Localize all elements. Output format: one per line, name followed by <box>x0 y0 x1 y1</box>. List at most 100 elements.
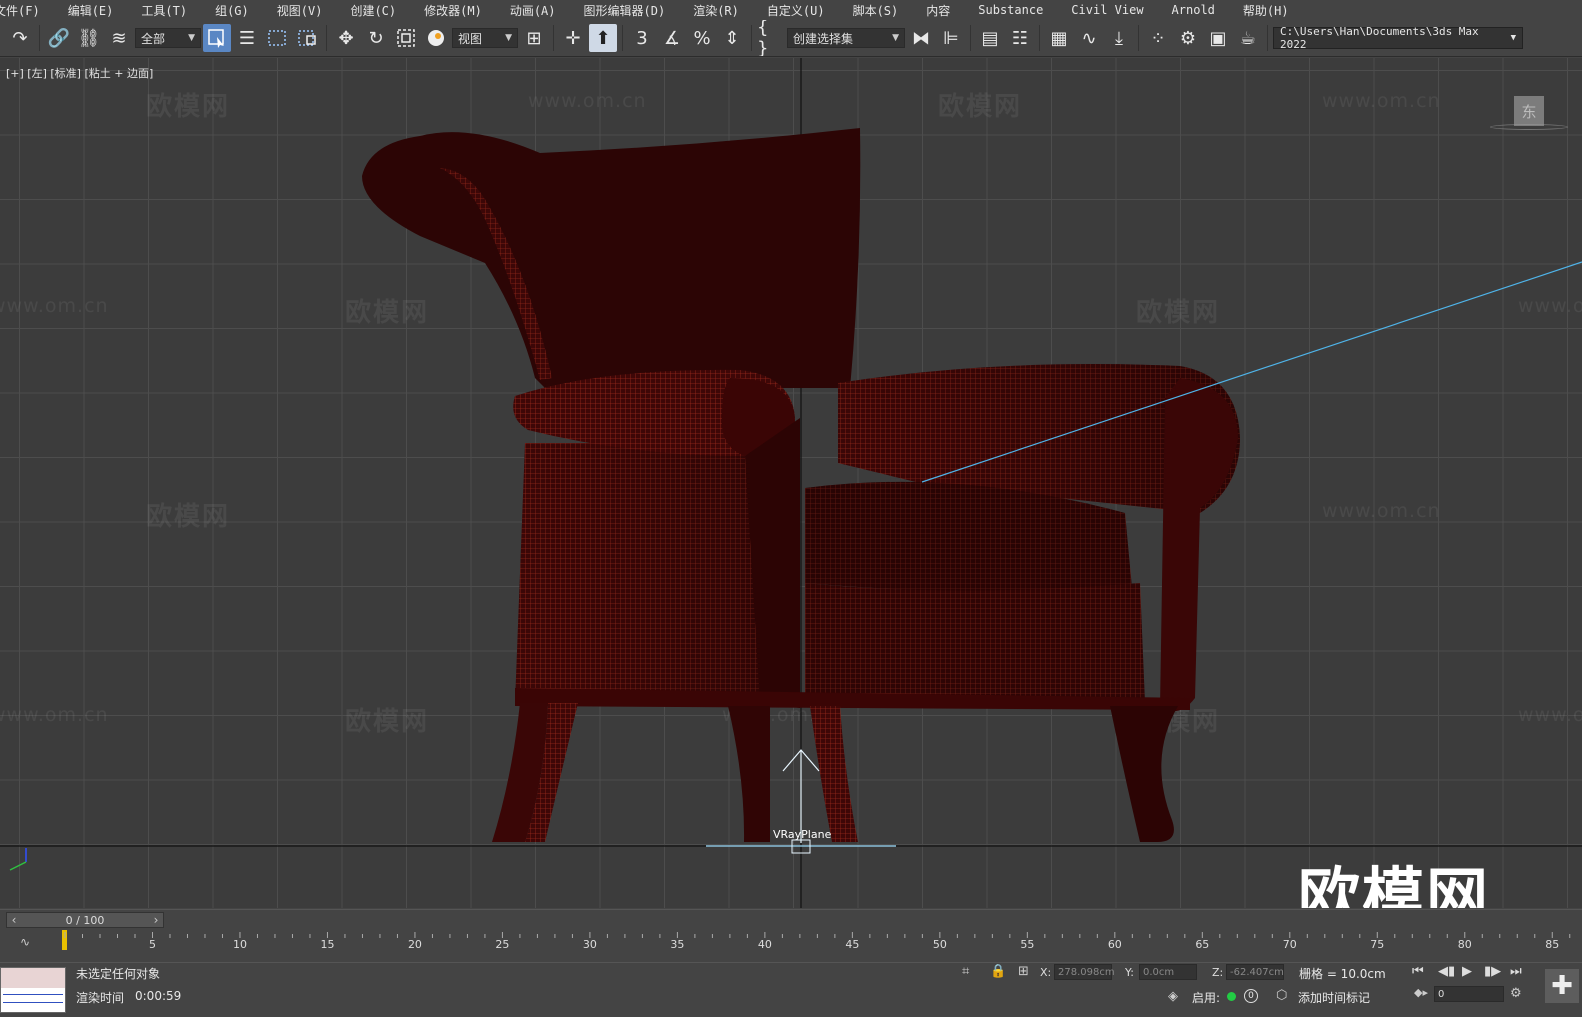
left-viewport[interactable]: 欧模网 www.om.cn 欧模网 www.om.cn www.om.cn 欧模… <box>0 58 1582 908</box>
select-manipulate-icon[interactable]: ✛ <box>559 24 587 52</box>
time-slider-bar: ‹ 0 / 100 › <box>0 909 1582 929</box>
rotate-icon[interactable]: ↻ <box>362 24 390 52</box>
menu-modifiers[interactable]: 修改器(M) <box>410 2 496 19</box>
layer-explorer-icon[interactable]: ☷ <box>1006 24 1034 52</box>
menu-substance[interactable]: Substance <box>964 3 1057 17</box>
menu-tools[interactable]: 工具(T) <box>127 2 201 19</box>
menu-scripting[interactable]: 脚本(S) <box>839 2 913 19</box>
menu-group[interactable]: 组(G) <box>201 2 263 19</box>
status-bar: 未选定任何对象 渲染时间 0:00:59 ⌗ 🔒 ⊞ X: 278.098cm … <box>0 962 1582 1017</box>
rendered-frame-window-icon[interactable]: ▣ <box>1204 24 1232 52</box>
enable-status-dot <box>1227 992 1236 1001</box>
enable-value[interactable]: 0 <box>1244 989 1258 1003</box>
z-coord-field[interactable]: -62.407cm <box>1226 964 1284 980</box>
menu-views[interactable]: 视图(V) <box>263 2 337 19</box>
menu-content[interactable]: 内容 <box>912 2 964 19</box>
keyboard-shortcut-override-icon[interactable]: ⬆ <box>589 24 617 52</box>
y-label: Y: <box>1125 966 1134 979</box>
z-label: Z: <box>1212 966 1224 979</box>
selection-lock-icon[interactable]: 🔒 <box>990 964 1006 979</box>
site-logo: 欧模网 <box>1298 860 1491 908</box>
track-tick-label: 10 <box>233 938 247 951</box>
menu-rendering[interactable]: 渲染(R) <box>679 2 753 19</box>
create-panel-button[interactable]: ✚ <box>1545 969 1579 1003</box>
adaptive-degradation-icon[interactable]: ◈ <box>1168 989 1178 1004</box>
project-path-dropdown[interactable]: C:\Users\Han\Documents\3ds Max 2022 ▼ <box>1273 25 1523 51</box>
selection-filter-dropdown[interactable]: 全部 ▼ <box>135 28 201 48</box>
link-icon[interactable]: 🔗 <box>45 24 73 52</box>
chair-leg-right <box>1110 706 1178 843</box>
menu-customize[interactable]: 自定义(U) <box>753 2 839 19</box>
main-toolbar: ↷ 🔗 ⛓ ≋ 全部 ▼ ☰ ✥ ↻ 视图 ▼ ⊞ ✛ ⬆ 3 ∡ % ⇕ {… <box>0 20 1582 57</box>
align-icon[interactable]: ⊫ <box>937 24 965 52</box>
track-tick-label: 5 <box>149 938 156 951</box>
select-by-name-icon[interactable]: ☰ <box>233 24 261 52</box>
pivot-center-icon[interactable]: ⊞ <box>520 24 548 52</box>
time-slider[interactable]: ‹ 0 / 100 › <box>6 912 164 928</box>
menu-civil-view[interactable]: Civil View <box>1057 3 1157 17</box>
track-tick-label: 70 <box>1283 938 1297 951</box>
y-coord-field[interactable]: 0.0cm <box>1139 964 1197 980</box>
menu-create[interactable]: 创建(C) <box>336 2 410 19</box>
reference-coord-dropdown[interactable]: 视图 ▼ <box>452 28 518 48</box>
edit-named-selection-icon[interactable]: { } <box>757 20 785 56</box>
maxscript-listener[interactable] <box>0 967 66 1013</box>
viewcube-compass[interactable] <box>1490 124 1568 130</box>
render-setup-icon[interactable]: ⚙ <box>1174 24 1202 52</box>
redo-icon[interactable]: ↷ <box>6 24 34 52</box>
render-time-label: 渲染时间 <box>76 991 125 1005</box>
curve-editor-icon[interactable]: ∿ <box>1075 24 1103 52</box>
track-tick-label: 80 <box>1458 938 1472 951</box>
bind-space-warp-icon[interactable]: ≋ <box>105 24 133 52</box>
menu-help[interactable]: 帮助(H) <box>1229 2 1303 19</box>
time-tag-icon[interactable]: ⬡ <box>1276 988 1287 1003</box>
next-key-icon[interactable]: ▮▶ <box>1484 964 1501 979</box>
place-icon[interactable] <box>422 24 450 52</box>
menu-file[interactable]: 文件(F) <box>0 2 54 19</box>
next-frame-icon[interactable]: › <box>149 913 163 927</box>
ribbon-toggle-icon[interactable]: ▦ <box>1045 24 1073 52</box>
scale-icon[interactable] <box>392 24 420 52</box>
absolute-mode-icon[interactable]: ⊞ <box>1018 964 1029 979</box>
menu-graph-editors[interactable]: 图形编辑器(D) <box>570 2 680 19</box>
window-crossing-icon[interactable] <box>293 24 321 52</box>
time-config-icon[interactable]: ⚙ <box>1510 986 1522 1001</box>
x-coord-field[interactable]: 278.098cm <box>1054 964 1115 980</box>
track-tick-label: 40 <box>758 938 772 951</box>
menu-edit[interactable]: 编辑(E) <box>54 2 128 19</box>
frame-display: 0 / 100 <box>65 913 105 927</box>
unlink-icon[interactable]: ⛓ <box>75 24 103 52</box>
track-bar[interactable]: ∿ 5 10 15 20 25 30 35 40 45 50 55 60 65 70 75 80 85 <box>0 930 1582 962</box>
previous-frame-icon[interactable]: ‹ <box>7 913 21 927</box>
go-to-end-icon[interactable]: ⏭ <box>1510 964 1522 979</box>
menu-animation[interactable]: 动画(A) <box>496 2 570 19</box>
named-selection-dropdown[interactable]: 创建选择集 ▼ <box>787 28 905 48</box>
percent-snap-icon[interactable]: % <box>688 24 716 52</box>
go-to-start-icon[interactable]: ⏮ <box>1412 964 1424 979</box>
render-production-icon[interactable]: ☕ <box>1234 24 1262 52</box>
menu-arnold[interactable]: Arnold <box>1158 3 1229 17</box>
track-tick-label: 75 <box>1370 938 1384 951</box>
isolate-selection-icon[interactable]: ⌗ <box>962 964 969 979</box>
rectangular-selection-icon[interactable] <box>263 24 291 52</box>
scene-explorer-icon[interactable]: ▤ <box>976 24 1004 52</box>
current-frame-field[interactable]: 0 <box>1434 986 1504 1002</box>
angle-snap-icon[interactable]: ∡ <box>658 24 686 52</box>
mirror-icon[interactable]: ⧓ <box>907 24 935 52</box>
key-mode-icon[interactable]: ◆▸ <box>1414 986 1428 999</box>
material-editor-icon[interactable]: ⁘ <box>1144 24 1172 52</box>
viewcube[interactable]: 东 <box>1490 96 1580 136</box>
viewcube-face-east[interactable]: 东 <box>1514 96 1544 126</box>
schematic-view-icon[interactable]: ⤓ <box>1105 24 1133 52</box>
snap-toggle-icon[interactable]: 3 <box>628 24 656 52</box>
track-tick-label: 85 <box>1545 938 1559 951</box>
previous-key-icon[interactable]: ◀▮ <box>1438 964 1455 979</box>
spinner-snap-icon[interactable]: ⇕ <box>718 24 746 52</box>
viewport-label[interactable]: [+] [左] [标准] [粘土 + 边面] <box>6 65 153 81</box>
play-icon[interactable]: ▶ <box>1462 964 1472 979</box>
track-tick-label: 15 <box>320 938 334 951</box>
add-time-tag[interactable]: 添加时间标记 <box>1298 989 1370 1006</box>
select-object-icon[interactable] <box>203 24 231 52</box>
move-icon[interactable]: ✥ <box>332 24 360 52</box>
selection-status: 未选定任何对象 <box>76 967 161 981</box>
